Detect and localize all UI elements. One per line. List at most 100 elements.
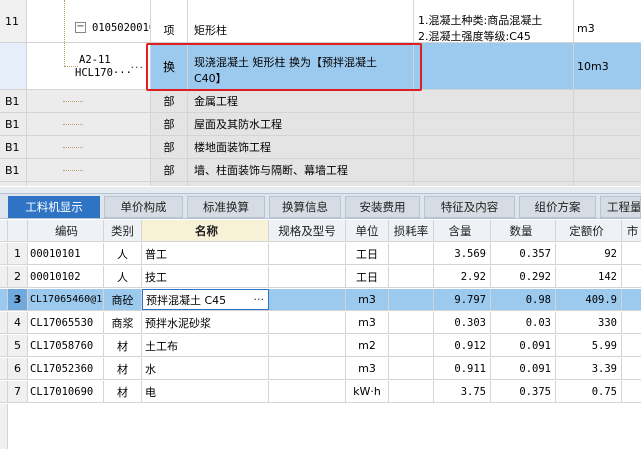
material-unit[interactable]: m3 <box>346 358 389 379</box>
material-quantity[interactable]: 0.292 <box>491 266 556 287</box>
col-header-content[interactable]: 含量 <box>434 220 491 241</box>
material-code[interactable]: CL17065460@1 <box>28 289 104 310</box>
material-content[interactable]: 3.75 <box>434 381 491 402</box>
material-price[interactable]: 92 <box>556 243 622 264</box>
material-price[interactable]: 5.99 <box>556 335 622 356</box>
material-spec[interactable] <box>269 243 346 264</box>
item-code-cell[interactable]: A2-11 HCL170··· ··· <box>27 43 151 89</box>
material-content[interactable]: 2.92 <box>434 266 491 287</box>
material-name[interactable]: 技工 <box>142 266 269 287</box>
material-unit[interactable]: 工日 <box>346 266 389 287</box>
item-name[interactable]: 墙、柱面装饰与隔断、幕墙工程 <box>188 159 414 181</box>
col-header-spec[interactable]: 规格及型号 <box>269 220 346 241</box>
tab-standard-conversion[interactable]: 标准换算 <box>187 196 265 218</box>
material-name[interactable]: 电 <box>142 381 269 402</box>
material-content[interactable]: 0.303 <box>434 312 491 333</box>
material-code[interactable]: CL17065530 <box>28 312 104 333</box>
item-feature[interactable]: 1.混凝土种类:商品混凝土 2.混凝土强度等级:C45 <box>414 0 574 42</box>
col-header-quantity[interactable]: 数量 <box>491 220 556 241</box>
material-code[interactable]: CL17052360 <box>28 358 104 379</box>
table-row-selected[interactable]: 3 CL17065460@1 商砼 预拌混凝土 C45 ··· m3 9.797… <box>0 289 641 311</box>
material-price[interactable]: 330 <box>556 312 622 333</box>
tab-pricing-scheme[interactable]: 组价方案 <box>519 196 596 218</box>
material-price[interactable]: 142 <box>556 266 622 287</box>
material-city-price[interactable] <box>622 381 641 402</box>
material-category[interactable]: 商砼 <box>104 289 142 310</box>
material-city-price[interactable] <box>622 335 641 356</box>
material-loss[interactable] <box>389 381 434 402</box>
table-row[interactable]: B1 部 屋面及其防水工程 <box>0 113 641 136</box>
material-loss[interactable] <box>389 358 434 379</box>
material-city-price[interactable] <box>622 289 641 310</box>
material-spec[interactable] <box>269 358 346 379</box>
material-category[interactable]: 商浆 <box>104 312 142 333</box>
item-name[interactable]: 现浇混凝土 矩形柱 换为【预拌混凝土 C40】 <box>188 43 414 89</box>
material-category[interactable]: 人 <box>104 243 142 264</box>
material-loss[interactable] <box>389 243 434 264</box>
table-row[interactable]: 1 00010101 人 普工 工日 3.569 0.357 92 <box>0 243 641 265</box>
item-unit[interactable]: 10m3 <box>574 43 641 89</box>
table-row[interactable]: B1 部 墙、柱面装饰与隔断、幕墙工程 <box>0 159 641 182</box>
material-content[interactable]: 3.569 <box>434 243 491 264</box>
material-quantity[interactable]: 0.091 <box>491 358 556 379</box>
col-header-price[interactable]: 定额价 <box>556 220 622 241</box>
tab-unit-price-composition[interactable]: 单价构成 <box>104 196 183 218</box>
material-price[interactable]: 0.75 <box>556 381 622 402</box>
material-spec[interactable] <box>269 266 346 287</box>
material-content[interactable]: 9.797 <box>434 289 491 310</box>
material-city-price[interactable] <box>622 312 641 333</box>
material-city-price[interactable] <box>622 266 641 287</box>
material-city-price[interactable] <box>622 358 641 379</box>
material-loss[interactable] <box>389 266 434 287</box>
item-name[interactable]: 矩形柱 <box>188 0 414 42</box>
item-name[interactable]: 金属工程 <box>188 90 414 112</box>
col-header-code[interactable]: 编码 <box>28 220 104 241</box>
material-name[interactable]: 土工布 <box>142 335 269 356</box>
col-header-category[interactable]: 类别 <box>104 220 142 241</box>
col-header-unit[interactable]: 单位 <box>346 220 389 241</box>
item-feature[interactable] <box>414 43 574 89</box>
table-row[interactable]: 2 00010102 人 技工 工日 2.92 0.292 142 <box>0 266 641 288</box>
material-loss[interactable] <box>389 335 434 356</box>
col-header-city[interactable]: 市 <box>622 220 641 241</box>
material-spec[interactable] <box>269 312 346 333</box>
material-quantity[interactable]: 0.98 <box>491 289 556 310</box>
material-unit[interactable]: m3 <box>346 312 389 333</box>
material-code[interactable]: CL17010690 <box>28 381 104 402</box>
item-code-cell[interactable]: − 010502001001 <box>27 0 151 42</box>
material-content[interactable]: 0.912 <box>434 335 491 356</box>
table-row-selected[interactable]: A2-11 HCL170··· ··· 换 现浇混凝土 矩形柱 换为【预拌混凝土… <box>0 43 641 90</box>
tab-quantities[interactable]: 工程量 <box>600 196 641 218</box>
table-row[interactable]: B1 部 金属工程 <box>0 90 641 113</box>
item-unit[interactable]: m3 <box>574 0 641 42</box>
tab-labor-material-machine[interactable]: 工料机显示 <box>8 196 100 218</box>
material-code[interactable]: 00010102 <box>28 266 104 287</box>
item-name[interactable]: 楼地面装饰工程 <box>188 136 414 158</box>
table-row[interactable]: B1 部 楼地面装饰工程 <box>0 136 641 159</box>
material-unit[interactable]: 工日 <box>346 243 389 264</box>
material-unit[interactable]: m2 <box>346 335 389 356</box>
table-row[interactable]: 11 − 010502001001 项 矩形柱 1.混凝土种类:商品混凝土 2.… <box>0 0 641 43</box>
material-name[interactable]: 普工 <box>142 243 269 264</box>
col-header-loss[interactable]: 损耗率 <box>389 220 434 241</box>
material-code[interactable]: CL17058760 <box>28 335 104 356</box>
more-options-button[interactable]: ··· <box>254 293 269 306</box>
material-city-price[interactable] <box>622 243 641 264</box>
table-row[interactable]: 5 CL17058760 材 土工布 m2 0.912 0.091 5.99 <box>0 335 641 357</box>
material-unit[interactable]: kW·h <box>346 381 389 402</box>
material-spec[interactable] <box>269 289 346 310</box>
material-content[interactable]: 0.911 <box>434 358 491 379</box>
material-quantity[interactable]: 0.091 <box>491 335 556 356</box>
material-loss[interactable] <box>389 312 434 333</box>
table-row[interactable]: 6 CL17052360 材 水 m3 0.911 0.091 3.39 <box>0 358 641 380</box>
collapse-icon[interactable]: − <box>75 22 86 33</box>
col-header-name[interactable]: 名称 <box>142 220 269 241</box>
tab-installation-cost[interactable]: 安装费用 <box>345 196 420 218</box>
material-name[interactable]: 预拌水泥砂浆 <box>142 312 269 333</box>
material-quantity[interactable]: 0.375 <box>491 381 556 402</box>
tab-conversion-info[interactable]: 换算信息 <box>269 196 341 218</box>
material-price[interactable]: 409.9 <box>556 289 622 310</box>
material-quantity[interactable]: 0.03 <box>491 312 556 333</box>
material-loss[interactable] <box>389 289 434 310</box>
material-category[interactable]: 材 <box>104 381 142 402</box>
